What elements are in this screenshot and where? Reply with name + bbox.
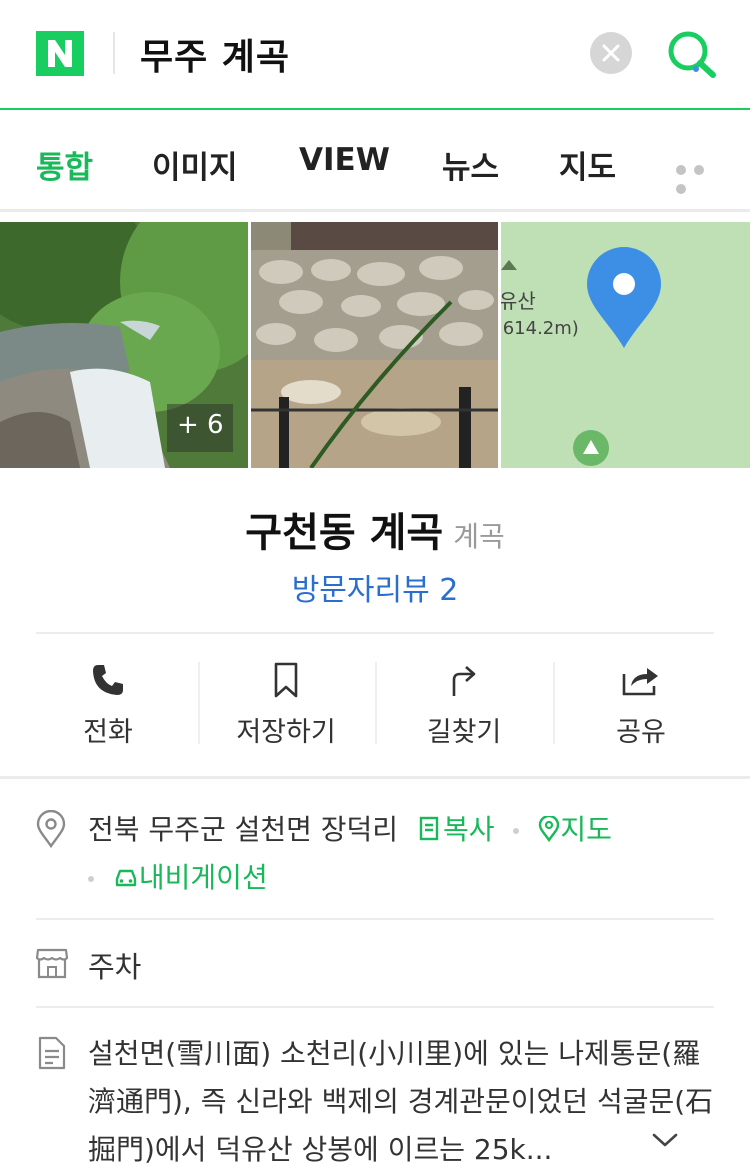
- document-icon: [38, 1036, 66, 1070]
- address-text: 전북 무주군 설천면 장덕리: [88, 813, 399, 846]
- copy-address-button[interactable]: 복사: [419, 813, 503, 846]
- place-category: 계곡: [453, 520, 505, 553]
- tab-view[interactable]: VIEW: [299, 142, 390, 178]
- section-divider: [0, 776, 750, 779]
- address-row: 전북 무주군 설천면 장덕리 복사 지도: [88, 808, 612, 848]
- divider: [36, 632, 714, 634]
- photo-strip: + 6 유산 ,614.2m): [0, 222, 750, 468]
- tab-map[interactable]: 지도: [559, 142, 616, 187]
- car-icon: [115, 869, 137, 887]
- visitor-review-link[interactable]: 방문자리뷰 2: [0, 565, 750, 609]
- svg-text:,614.2m): ,614.2m): [501, 318, 579, 339]
- place-description[interactable]: 설천면(雪川面) 소천리(小川里)에 있는 나제통문(羅濟通門), 즉 신라와 …: [88, 1030, 718, 1174]
- clear-button[interactable]: [590, 32, 632, 74]
- place-name: 구천동 계곡: [245, 510, 444, 556]
- tab-images[interactable]: 이미지: [152, 142, 238, 187]
- chevron-down-icon[interactable]: [652, 1132, 678, 1148]
- share-button[interactable]: 공유: [566, 662, 716, 749]
- tab-all[interactable]: 통합: [36, 142, 93, 187]
- copy-icon: [419, 816, 439, 841]
- divider: [36, 918, 714, 920]
- divider: [113, 32, 115, 74]
- divider: [553, 662, 555, 744]
- call-button[interactable]: 전화: [33, 662, 183, 749]
- search-input[interactable]: 무주 계곡: [140, 28, 290, 80]
- more-tabs-button[interactable]: [676, 160, 728, 194]
- store-icon: [35, 948, 69, 979]
- dot-separator: [513, 828, 520, 834]
- directions-icon: [452, 666, 476, 696]
- place-title: 구천동 계곡 계곡: [0, 500, 750, 558]
- photo-waterfall[interactable]: + 6: [0, 222, 248, 468]
- search-icon[interactable]: [666, 29, 718, 79]
- search-bar: 무주 계곡: [0, 0, 750, 110]
- dot-separator: [88, 876, 94, 882]
- action-bar: 전화 저장하기 길찾기 공유: [0, 662, 750, 752]
- divider: [36, 1006, 714, 1008]
- map-link[interactable]: 지도: [529, 813, 612, 846]
- bookmark-icon: [274, 662, 298, 698]
- save-button[interactable]: 저장하기: [211, 662, 361, 749]
- photo-count-badge: + 6: [167, 404, 233, 452]
- location-pin-icon: [36, 810, 66, 848]
- photo-stone-wall[interactable]: [251, 222, 498, 468]
- navigation-row: 내비게이션: [88, 856, 268, 896]
- svg-text:유산: 유산: [501, 289, 536, 313]
- directions-button[interactable]: 길찾기: [389, 662, 539, 749]
- navigation-link[interactable]: 내비게이션: [104, 861, 268, 894]
- phone-icon: [93, 665, 123, 695]
- divider: [375, 662, 377, 744]
- map-pin-icon: [539, 814, 560, 843]
- close-icon: [602, 44, 620, 62]
- tab-news[interactable]: 뉴스: [442, 142, 499, 187]
- map-thumbnail[interactable]: 유산 ,614.2m): [501, 222, 750, 468]
- parking-info: 주차: [88, 950, 142, 984]
- divider: [198, 662, 200, 744]
- share-icon: [622, 668, 658, 696]
- search-tabs: 통합 이미지 VIEW 뉴스 지도: [0, 112, 750, 212]
- naver-logo-icon[interactable]: [36, 31, 84, 76]
